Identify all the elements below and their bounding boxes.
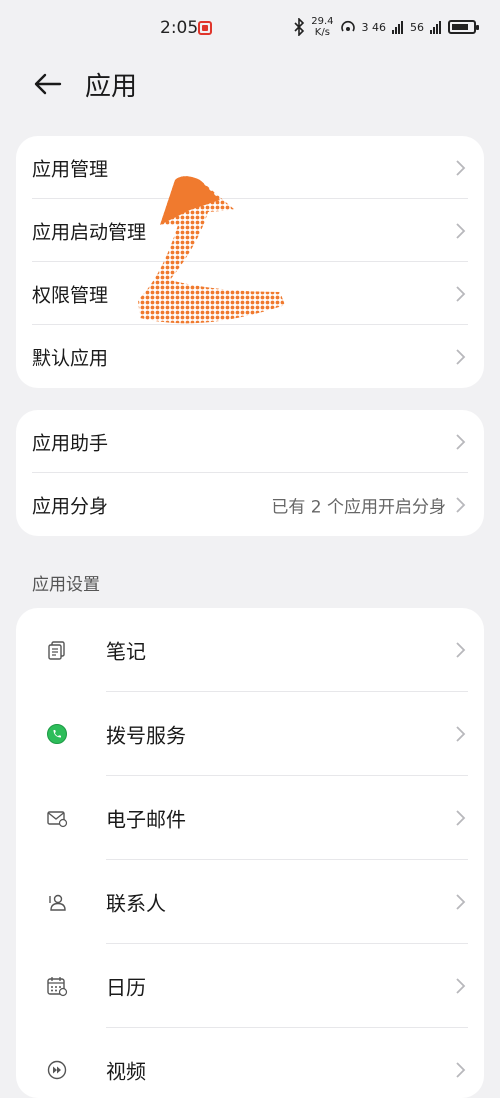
- screen-record-icon: [198, 21, 212, 35]
- app-assistant-group: 应用助手 应用分身 已有 2 个应用开启分身: [16, 410, 484, 536]
- video-icon: [47, 1060, 67, 1080]
- network-speed: 29.4 K/s: [311, 16, 333, 38]
- item-default-apps[interactable]: 默认应用: [16, 325, 484, 388]
- item-app-assistant[interactable]: 应用助手: [16, 410, 484, 473]
- bluetooth-icon: [294, 18, 305, 36]
- page-header: 应用: [0, 62, 500, 106]
- item-label: 电子邮件: [106, 807, 186, 832]
- item-label: 日历: [106, 975, 146, 1000]
- page-title: 应用: [85, 72, 138, 102]
- item-label: 笔记: [106, 639, 146, 664]
- item-contacts[interactable]: 联系人: [16, 860, 484, 944]
- chevron-right-icon: [456, 726, 466, 742]
- item-label: 应用启动管理: [32, 221, 147, 243]
- status-bar: 2:05 29.4 K/s 3 46 56: [0, 0, 500, 56]
- calendar-icon: [47, 977, 68, 997]
- item-dialer[interactable]: 拨号服务: [16, 692, 484, 776]
- mail-icon: [47, 811, 68, 828]
- item-calendar[interactable]: 日历: [16, 944, 484, 1028]
- item-label: 视频: [106, 1059, 146, 1084]
- hotspot-icon: [340, 20, 355, 32]
- contacts-icon: [49, 894, 66, 911]
- chevron-right-icon: [456, 348, 466, 365]
- chevron-right-icon: [456, 433, 466, 450]
- status-time: 2:05: [160, 18, 199, 38]
- battery-icon: [448, 20, 479, 34]
- item-email[interactable]: 电子邮件: [16, 776, 484, 860]
- item-label: 应用管理: [32, 158, 109, 180]
- chevron-right-icon: [456, 810, 466, 826]
- chevron-right-icon: [456, 159, 466, 176]
- chevron-right-icon: [456, 642, 466, 658]
- chevron-right-icon: [456, 1062, 466, 1078]
- item-app-management[interactable]: 应用管理: [16, 136, 484, 199]
- chevron-right-icon: [456, 894, 466, 910]
- item-permission-management[interactable]: 权限管理: [16, 262, 484, 325]
- signal-icon-2: [430, 21, 441, 34]
- app-settings-group: 笔记 拨号服务 电子邮件 联系人 日历 视频: [16, 608, 484, 1098]
- item-notes[interactable]: 笔记: [16, 608, 484, 692]
- chevron-right-icon: [456, 222, 466, 239]
- item-app-startup-management[interactable]: 应用启动管理: [16, 199, 484, 262]
- item-label: 应用助手: [32, 432, 109, 454]
- item-label: 应用分身: [32, 495, 109, 517]
- item-label: 联系人: [106, 891, 166, 916]
- item-label: 权限管理: [32, 284, 109, 306]
- app-clone-status: 已有 2 个应用开启分身: [271, 497, 446, 517]
- status-icons: 29.4 K/s 3 46 56: [293, 16, 479, 38]
- signal-label-2: 56: [410, 20, 424, 34]
- speed-unit: K/s: [314, 27, 330, 38]
- back-arrow-icon[interactable]: [30, 66, 66, 102]
- app-management-group: 应用管理 应用启动管理 权限管理 默认应用: [16, 136, 484, 388]
- section-title-app-settings: 应用设置: [32, 575, 100, 595]
- phone-icon: [47, 724, 67, 744]
- chevron-right-icon: [456, 978, 466, 994]
- signal-icon-1: [392, 21, 403, 34]
- notes-icon: [48, 641, 65, 660]
- item-label: 拨号服务: [106, 723, 186, 748]
- signal-label-1: 3 46: [361, 20, 387, 34]
- item-video[interactable]: 视频: [16, 1028, 484, 1098]
- speed-value: 29.4: [311, 16, 334, 27]
- item-app-clone[interactable]: 应用分身 已有 2 个应用开启分身: [16, 473, 484, 536]
- chevron-right-icon: [456, 496, 466, 513]
- item-label: 默认应用: [32, 347, 109, 369]
- chevron-right-icon: [456, 285, 466, 302]
